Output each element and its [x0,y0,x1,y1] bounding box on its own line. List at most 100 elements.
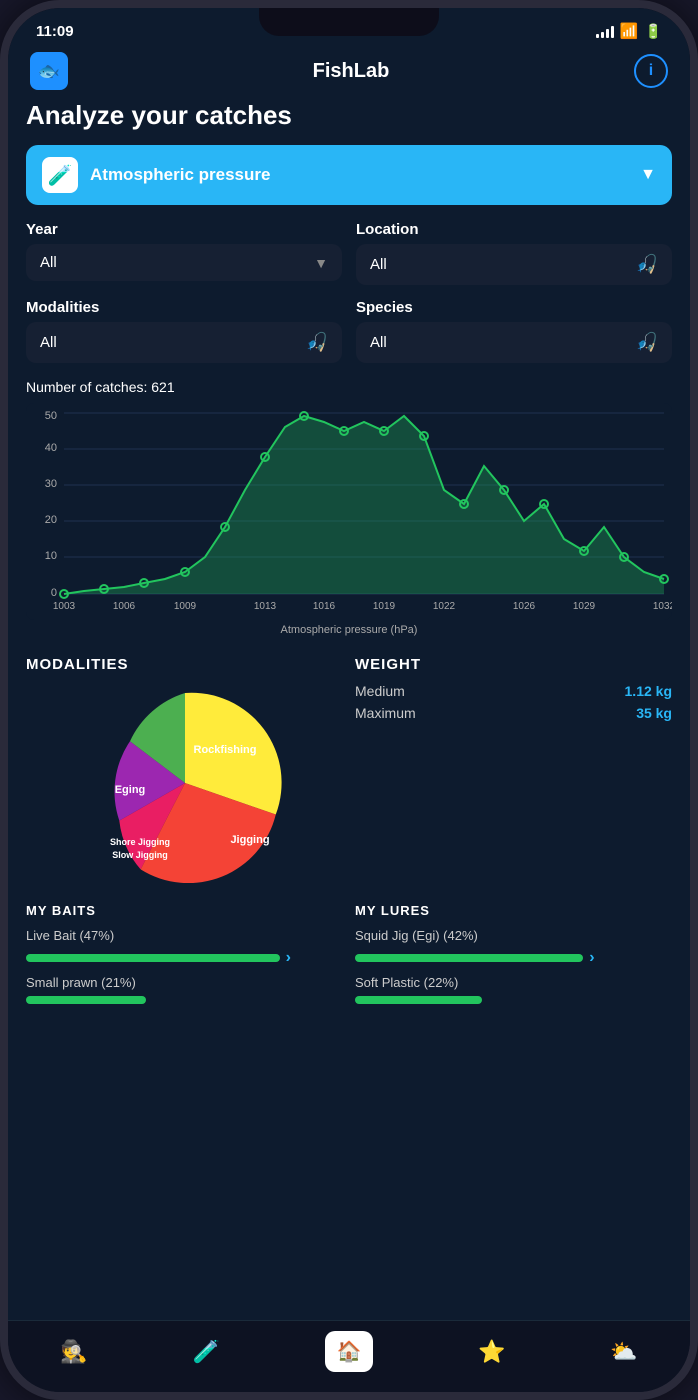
lures-section: MY LURES Squid Jig (Egi) (42%) › Soft Pl… [355,903,672,1012]
svg-text:1003: 1003 [53,601,76,611]
chevron-down-icon: ▼ [314,255,328,271]
lure-arrow-0[interactable]: › [589,949,594,967]
weight-section: WEIGHT Medium 1.12 kg Maximum 35 kg [355,656,672,883]
wifi-icon: 📶 [620,22,639,40]
weight-medium-row: Medium 1.12 kg [355,683,672,699]
location-select[interactable]: All 🎣 [356,244,672,285]
svg-text:Shore Jigging: Shore Jigging [109,837,169,847]
pie-svg: Rockfishing Jigging Shore Jigging Slow J… [85,683,285,883]
svg-text:Rockfishing: Rockfishing [193,744,256,756]
pressure-chart: 0 10 20 30 40 50 [26,403,672,620]
weather-icon: ⛅ [610,1339,637,1365]
svg-text:1029: 1029 [573,601,596,611]
weight-maximum-label: Maximum [355,705,416,721]
page-title: Analyze your catches [26,100,672,131]
svg-text:1022: 1022 [433,601,456,611]
signal-icon [596,24,614,38]
location-icon: 🎣 [636,254,658,275]
year-label: Year [26,221,342,238]
year-filter-group: Year All ▼ [26,221,342,285]
nav-profile[interactable]: 🕵️ [60,1339,87,1365]
modalities-filter-group: Modalities All 🎣 [26,299,342,363]
lure-bar-0 [355,954,583,962]
weight-medium-value: 1.12 kg [625,683,672,699]
location-label: Location [356,221,672,238]
species-filter-group: Species All 🎣 [356,299,672,363]
bait-bar-row-1 [26,996,343,1004]
modalities-select[interactable]: All 🎣 [26,322,342,363]
nav-weather[interactable]: ⛅ [610,1339,637,1365]
svg-text:1013: 1013 [254,601,277,611]
svg-text:40: 40 [45,442,57,454]
home-icon: 🏠 [325,1331,374,1372]
logo-icon: 🐟 [38,61,60,82]
modalities-weight-section: MODALITIES [26,656,672,883]
modalities-label: Modalities [26,299,342,316]
selector-label: Atmospheric pressure [90,165,628,185]
year-select[interactable]: All ▼ [26,244,342,281]
modalities-icon: 🎣 [306,332,328,353]
svg-text:1032: 1032 [653,601,672,611]
bait-item-1: Small prawn (21%) [26,975,343,1004]
main-content: Analyze your catches 🧪 Atmospheric press… [8,100,690,1320]
chevron-down-icon: ▼ [640,166,656,184]
svg-text:Slow Jigging: Slow Jigging [112,850,168,860]
svg-text:0: 0 [51,587,57,599]
chart-svg: 0 10 20 30 40 50 [26,411,672,611]
svg-text:Jigging: Jigging [230,834,269,846]
filter-grid: Year All ▼ Location All 🎣 Modalities [26,221,672,363]
catches-count: Number of catches: 621 [26,379,672,395]
lure-bar-row-0: › [355,949,672,967]
chart-x-label: Atmospheric pressure (hPa) [26,624,672,636]
nav-favorites[interactable]: ⭐ [478,1339,505,1365]
flask-icon: 🧪 [42,157,78,193]
info-button[interactable]: i [634,54,668,88]
lure-item-1: Soft Plastic (22%) [355,975,672,1004]
svg-text:1026: 1026 [513,601,536,611]
lure-label-1: Soft Plastic (22%) [355,975,672,990]
bait-label-0: Live Bait (47%) [26,928,343,943]
baits-section: MY BAITS Live Bait (47%) › Small prawn (… [26,903,343,1012]
star-icon: ⭐ [478,1339,505,1365]
baits-lures-section: MY BAITS Live Bait (47%) › Small prawn (… [26,903,672,1012]
flask-nav-icon: 🧪 [192,1339,219,1365]
bait-label-1: Small prawn (21%) [26,975,343,990]
species-select[interactable]: All 🎣 [356,322,672,363]
pie-chart: Rockfishing Jigging Shore Jigging Slow J… [26,683,343,883]
nav-home[interactable]: 🏠 [325,1331,374,1372]
status-bar: 11:09 📶 🔋 [8,8,690,46]
svg-text:1016: 1016 [313,601,336,611]
weight-section-label: WEIGHT [355,656,672,673]
weight-maximum-row: Maximum 35 kg [355,705,672,721]
app-title: FishLab [313,60,390,83]
app-logo: 🐟 [30,52,68,90]
svg-text:1006: 1006 [113,601,136,611]
chart-section: Number of catches: 621 0 10 20 30 40 50 [26,379,672,636]
svg-text:20: 20 [45,514,57,526]
bait-item-0: Live Bait (47%) › [26,928,343,967]
lure-label-0: Squid Jig (Egi) (42%) [355,928,672,943]
svg-text:50: 50 [45,411,57,422]
location-filter-group: Location All 🎣 [356,221,672,285]
svg-text:30: 30 [45,478,57,490]
lure-bar-1 [355,996,482,1004]
app-header: 🐟 FishLab i [8,46,690,100]
bait-arrow-0[interactable]: › [286,949,291,967]
modalities-section: MODALITIES [26,656,343,883]
svg-text:1019: 1019 [373,601,396,611]
analysis-selector[interactable]: 🧪 Atmospheric pressure ▼ [26,145,672,205]
bait-bar-0 [26,954,280,962]
modalities-section-label: MODALITIES [26,656,343,673]
nav-analyze[interactable]: 🧪 [192,1339,219,1365]
species-label: Species [356,299,672,316]
bait-bar-row-0: › [26,949,343,967]
weight-maximum-value: 35 kg [636,705,672,721]
bottom-nav: 🕵️ 🧪 🏠 ⭐ ⛅ [8,1320,690,1392]
svg-text:Eging: Eging [114,784,145,796]
lure-bar-row-1 [355,996,672,1004]
lures-label: MY LURES [355,903,672,918]
time: 11:09 [36,23,74,40]
battery-icon: 🔋 [645,23,662,40]
profile-icon: 🕵️ [60,1339,87,1365]
lure-item-0: Squid Jig (Egi) (42%) › [355,928,672,967]
